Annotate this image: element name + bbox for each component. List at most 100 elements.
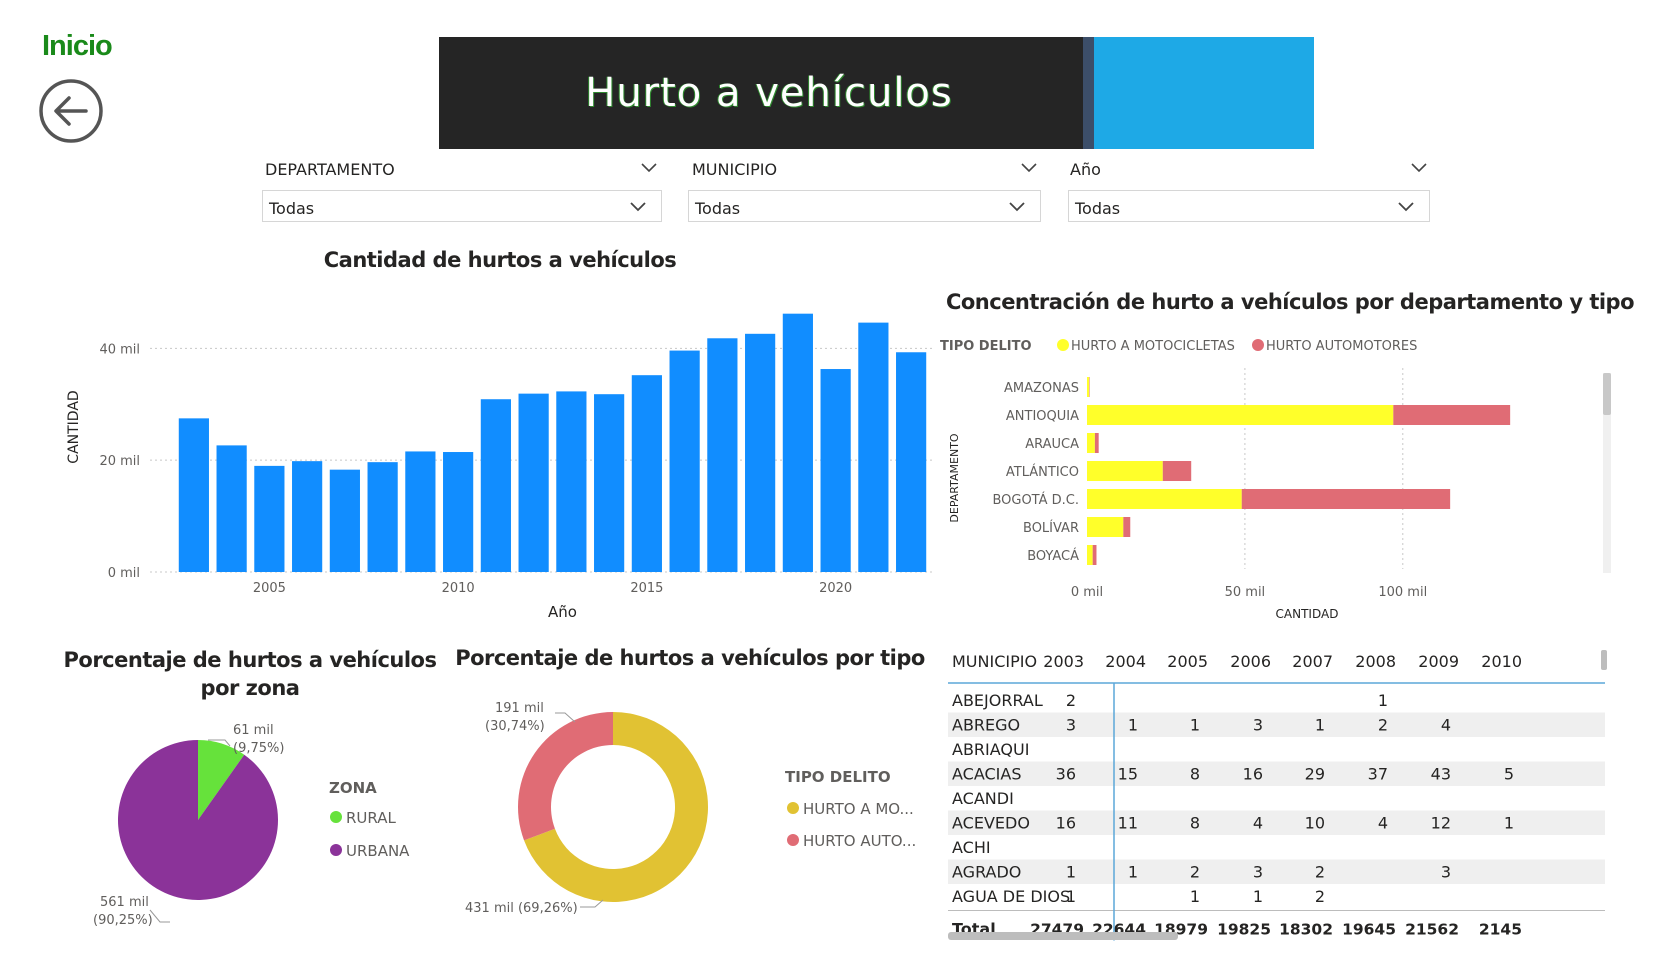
slicer-anio-dropdown[interactable]: Todas <box>1068 190 1430 222</box>
chevron-down-icon <box>1398 202 1414 212</box>
category-label: BOGOTÁ D.C. <box>992 492 1079 508</box>
matrix-total-cell: 2145 <box>1479 921 1522 939</box>
matrix-cell: 1 <box>1190 716 1200 735</box>
matrix-row-label: ABEJORRAL <box>952 691 1043 710</box>
matrix-cell: 1 <box>1190 887 1200 906</box>
matrix-cell: 16 <box>1056 814 1076 833</box>
legend-marker <box>1057 339 1069 351</box>
matrix-row-header: MUNICIPIO <box>952 652 1037 671</box>
chevron-down-icon[interactable] <box>1410 162 1428 174</box>
chevron-down-icon <box>1009 202 1025 212</box>
bar-segment <box>1087 517 1124 537</box>
bar-segment <box>1087 461 1163 481</box>
bar-segment <box>1123 517 1131 537</box>
x-tick-label: 2005 <box>253 581 286 596</box>
chevron-down-icon[interactable] <box>640 162 658 174</box>
chevron-down-icon <box>630 202 646 212</box>
slicer-anio-label: Año <box>1070 160 1101 179</box>
yearly-bar-chart[interactable]: 0 mil 20 mil 40 mil 2005 2010 2015 2020 Año CANT… <box>60 290 940 630</box>
matrix-cell: 11 <box>1118 814 1138 833</box>
matrix-cell: 2 <box>1190 863 1200 882</box>
bar-2021 <box>858 322 889 572</box>
legend-marker <box>330 844 342 856</box>
zona-pie-chart[interactable]: 61 mil (9,75%) 561 mil (90,25%) ZONA RURAL URB… <box>60 710 440 940</box>
home-link[interactable]: Inicio <box>42 30 113 63</box>
legend-label: HURTO AUTOMOTORES <box>1266 339 1417 354</box>
row-band <box>948 712 1605 737</box>
zona-chart-title: Porcentaje de hurtos a vehículos por zon… <box>63 648 437 700</box>
matrix-total-cell: 18302 <box>1279 921 1333 939</box>
matrix-cell: 1 <box>1066 887 1076 906</box>
bar-segment <box>1087 489 1242 509</box>
matrix-col-header: 2005 <box>1167 652 1208 671</box>
x-tick-label: 50 mil <box>1225 585 1266 600</box>
matrix-col-header: 2007 <box>1292 652 1333 671</box>
bar-2008 <box>367 462 398 572</box>
dept-stacked-bar-chart[interactable]: TIPO DELITO HURTO A MOTOCICLETAS HURTO AUT… <box>940 328 1630 628</box>
bar-2006 <box>292 461 323 572</box>
bar-2015 <box>631 375 662 572</box>
matrix-cell: 4 <box>1253 814 1263 833</box>
legend-title: TIPO DELITO <box>785 768 891 786</box>
tipo-chart-title: Porcentaje de hurtos a vehículos por tip… <box>455 646 925 670</box>
legend-label: HURTO AUTO... <box>803 832 916 850</box>
slicer-departamento-dropdown[interactable]: Todas <box>262 190 662 222</box>
slice-label: 431 mil (69,26%) <box>465 901 578 916</box>
y-tick-label: 0 mil <box>108 566 140 581</box>
matrix-cell: 1 <box>1128 716 1138 735</box>
legend-marker <box>330 811 342 823</box>
matrix-cell: 5 <box>1504 765 1514 784</box>
matrix-col-header: 2006 <box>1230 652 1271 671</box>
category-label: ANTIOQUIA <box>1006 409 1079 424</box>
matrix-cell: 2 <box>1315 863 1325 882</box>
municipio-matrix[interactable]: MUNICIPIO 2003 2004 2005 2006 2007 2008 2009 201… <box>940 640 1620 950</box>
matrix-cell: 4 <box>1441 716 1451 735</box>
bar-2003 <box>178 418 209 572</box>
back-arrow-icon <box>39 79 103 143</box>
chevron-down-icon[interactable] <box>1020 162 1038 174</box>
matrix-col-header: 2008 <box>1355 652 1396 671</box>
bar-segment <box>1094 433 1099 453</box>
legend-label: RURAL <box>346 809 396 827</box>
back-button[interactable] <box>38 78 104 144</box>
legend-marker <box>787 834 799 846</box>
slice-label: 561 mil <box>100 895 149 910</box>
x-axis-label: CANTIDAD <box>1276 607 1339 621</box>
slice-label: (30,74%) <box>485 719 545 734</box>
legend-label: HURTO A MO... <box>803 800 914 818</box>
matrix-row-label: ACHI <box>952 838 991 857</box>
bar-2017 <box>707 338 738 572</box>
legend-title: ZONA <box>329 779 377 797</box>
x-tick-label: 100 mil <box>1378 585 1427 600</box>
matrix-cell: 1 <box>1315 716 1325 735</box>
slicer-municipio-label: MUNICIPIO <box>692 160 778 179</box>
matrix-cell: 2 <box>1066 691 1076 710</box>
x-tick-label: 2020 <box>819 581 852 596</box>
matrix-col-header: 2010 <box>1481 652 1522 671</box>
scrollbar-thumb <box>1603 373 1611 415</box>
matrix-cell: 1 <box>1504 814 1514 833</box>
bar-segment <box>1241 489 1451 509</box>
bar-2019 <box>782 313 813 572</box>
x-tick-label: 0 mil <box>1071 585 1103 600</box>
bar-2014 <box>594 394 625 572</box>
tipo-donut-chart[interactable]: 191 mil (30,74%) 431 mil (69,26%) TIPO DELI… <box>455 690 935 940</box>
slice-label: (9,75%) <box>233 741 284 756</box>
bar-2013 <box>556 391 587 572</box>
label-leader <box>580 899 604 908</box>
x-tick-label: 2010 <box>442 581 475 596</box>
category-label: ATLÁNTICO <box>1006 464 1079 480</box>
row-band <box>948 859 1605 884</box>
x-tick-label: 2015 <box>630 581 663 596</box>
matrix-hscrollbar <box>948 932 1178 940</box>
y-tick-label: 20 mil <box>99 454 140 469</box>
bar-segment <box>1087 545 1093 565</box>
y-axis-label: CANTIDAD <box>66 390 82 463</box>
matrix-cell: 43 <box>1431 765 1451 784</box>
matrix-cell: 10 <box>1305 814 1325 833</box>
bar-2020 <box>820 369 851 572</box>
matrix-cell: 2 <box>1315 887 1325 906</box>
slicer-municipio-dropdown[interactable]: Todas <box>688 190 1041 222</box>
slicer-anio-value: Todas <box>1075 199 1121 218</box>
bar-2022 <box>896 352 927 572</box>
